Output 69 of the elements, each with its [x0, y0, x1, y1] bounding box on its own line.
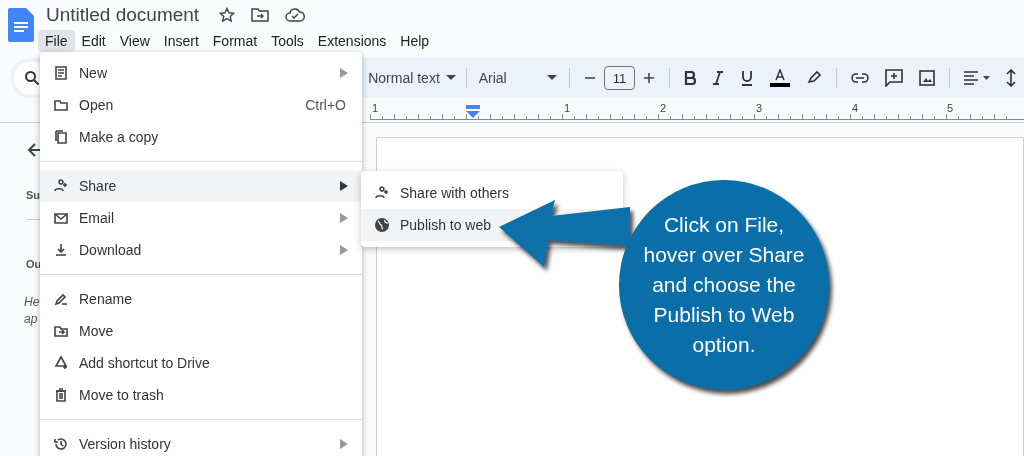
- menu-option[interactable]: Open Ctrl+O: [40, 89, 362, 121]
- folder-move-icon: [53, 323, 69, 339]
- menu-option[interactable]: Download: [40, 234, 362, 266]
- menu-item[interactable]: Tools: [264, 30, 311, 52]
- doc-icon: [53, 65, 69, 81]
- style-dropdown[interactable]: Normal text: [364, 66, 460, 90]
- align-icon[interactable]: [964, 71, 990, 85]
- ruler-number: 1: [372, 102, 379, 114]
- menu-option[interactable]: Share: [40, 170, 362, 202]
- folder-icon: [53, 97, 69, 113]
- text-color-icon[interactable]: [770, 69, 791, 87]
- ruler-number: 4: [852, 102, 859, 114]
- back-arrow-icon[interactable]: [27, 142, 43, 158]
- ruler-number: 1: [564, 102, 571, 114]
- menu-option[interactable]: Share with others: [361, 177, 623, 209]
- menu-item[interactable]: Insert: [156, 30, 206, 52]
- folder-move-icon[interactable]: [251, 7, 270, 23]
- menu-item[interactable]: Extensions: [310, 30, 394, 52]
- globe-icon: [374, 217, 390, 233]
- italic-icon[interactable]: [712, 71, 725, 85]
- menu-option[interactable]: Move to trash: [40, 379, 362, 411]
- person-add-icon: [374, 185, 390, 201]
- callout-text: Click on File, hover over Share and choose the Publish to Web option.: [643, 212, 805, 358]
- menu-option[interactable]: Move: [40, 315, 362, 347]
- copy-icon: [53, 129, 69, 145]
- menu-item[interactable]: View: [112, 30, 157, 52]
- trash-icon: [53, 387, 69, 403]
- underline-icon[interactable]: [740, 70, 755, 86]
- ruler-number: 2: [660, 102, 667, 114]
- docs-logo-icon: [8, 8, 34, 42]
- link-icon[interactable]: [851, 73, 870, 83]
- menu-option[interactable]: Rename: [40, 283, 362, 315]
- pencil-icon: [53, 291, 69, 307]
- ruler-number: 5: [947, 102, 954, 114]
- sidebar-text: He: [24, 295, 40, 309]
- search-icon: [24, 70, 40, 86]
- menu-option[interactable]: Make a copy: [40, 121, 362, 153]
- menu-option[interactable]: Add shortcut to Drive: [40, 347, 362, 379]
- menu-item[interactable]: Edit: [74, 30, 113, 52]
- menu-item[interactable]: File: [38, 30, 75, 52]
- menu-item[interactable]: Help: [393, 30, 437, 52]
- menu-option[interactable]: Version history: [40, 428, 362, 456]
- font-size-field[interactable]: 11: [603, 66, 636, 90]
- indent-marker-icon[interactable]: [466, 105, 480, 119]
- add-comment-icon[interactable]: [885, 69, 904, 87]
- caret-icon: [445, 75, 456, 81]
- history-icon: [53, 436, 69, 452]
- image-icon[interactable]: [919, 70, 936, 86]
- document-title[interactable]: Untitled document: [46, 4, 200, 26]
- shortcut-text: Ctrl+O: [305, 97, 346, 113]
- download-icon: [53, 242, 69, 258]
- sidebar-text: Ou: [26, 258, 42, 270]
- highlighter-icon[interactable]: [806, 70, 823, 86]
- menu-option[interactable]: New: [40, 57, 362, 89]
- caret-icon: [546, 75, 557, 81]
- person-add-icon: [53, 178, 69, 194]
- plus-icon[interactable]: [643, 72, 656, 84]
- bold-icon[interactable]: [684, 71, 697, 85]
- font-dropdown[interactable]: Arial: [472, 66, 563, 90]
- drive-add-icon: [53, 355, 69, 371]
- cloud-check-icon[interactable]: [285, 8, 306, 22]
- ruler-number: 3: [756, 102, 763, 114]
- sidebar-text: Su: [26, 189, 41, 201]
- line-spacing-icon[interactable]: [1006, 69, 1016, 87]
- sidebar-text: ap: [24, 312, 38, 326]
- menu-item[interactable]: Format: [205, 30, 265, 52]
- menu-option[interactable]: Email: [40, 202, 362, 234]
- star-icon[interactable]: [219, 7, 236, 23]
- envelope-icon: [53, 210, 69, 226]
